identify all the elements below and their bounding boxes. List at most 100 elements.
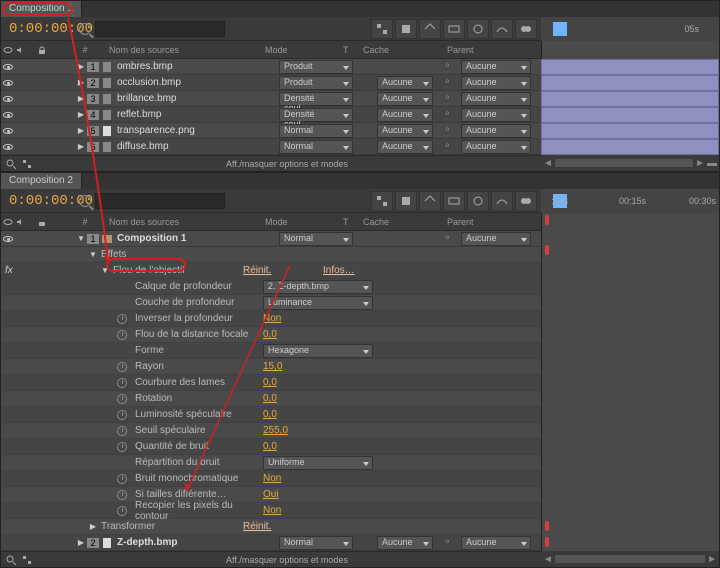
toggle-switches-text[interactable]: Aff./masquer options et modes: [226, 159, 348, 169]
mode-dropdown[interactable]: Densité coul…: [279, 92, 353, 106]
motion-blur-button[interactable]: [467, 19, 489, 39]
property-value[interactable]: Non: [263, 505, 281, 516]
effect-infos-link[interactable]: Infos…: [323, 265, 355, 276]
cache-dropdown[interactable]: Aucune: [377, 140, 433, 154]
workarea-marker[interactable]: [545, 245, 549, 255]
property-value[interactable]: 0,0: [263, 329, 277, 340]
eye-icon[interactable]: [3, 128, 13, 134]
parent-dropdown[interactable]: Aucune: [461, 536, 531, 550]
effect-property-row[interactable]: Bruit monochromatique Non: [1, 471, 541, 487]
pickwhip-icon[interactable]: [443, 141, 455, 151]
switches-icon[interactable]: [19, 157, 35, 171]
pickwhip-icon[interactable]: [443, 109, 455, 119]
scroll-left-icon[interactable]: ◄: [543, 158, 553, 169]
property-dropdown[interactable]: Hexagone: [263, 344, 373, 358]
layer-row[interactable]: ▶ 6 diffuse.bmp Normal Aucune Aucune: [1, 139, 541, 155]
eye-icon[interactable]: [3, 112, 13, 118]
effect-property-row[interactable]: Calque de profondeur 2. Z-depth.bmp: [1, 279, 541, 295]
col-name-header[interactable]: Nom des sources: [93, 45, 263, 55]
stopwatch-icon[interactable]: [117, 426, 127, 436]
cache-dropdown[interactable]: Aucune: [377, 124, 433, 138]
comp-mini-flowchart-button[interactable]: [371, 19, 393, 39]
layer-name[interactable]: ombres.bmp: [117, 61, 277, 72]
eye-icon[interactable]: [3, 96, 13, 102]
render-queue-button[interactable]: [395, 19, 417, 39]
effect-property-row[interactable]: Luminosité spéculaire 0,0: [1, 407, 541, 423]
layer-row[interactable]: ▶ 5 transparence.png Normal Aucune Aucun…: [1, 123, 541, 139]
layer-duration-bar[interactable]: [541, 139, 719, 155]
property-value[interactable]: Non: [263, 473, 281, 484]
zoom-in-icon[interactable]: [3, 553, 19, 567]
mode-dropdown[interactable]: Produit: [279, 60, 353, 74]
effect-property-row[interactable]: Répartition du bruit Uniforme: [1, 455, 541, 471]
eye-icon[interactable]: [3, 64, 13, 70]
scroll-right-icon[interactable]: ►: [707, 554, 717, 565]
search-input-2[interactable]: [95, 193, 225, 209]
layer-name[interactable]: transparence.png: [117, 125, 277, 136]
stopwatch-icon[interactable]: [117, 314, 127, 324]
col-cache-header[interactable]: Cache: [363, 217, 429, 227]
pickwhip-icon[interactable]: [443, 77, 455, 87]
layer-row[interactable]: ▶ 4 reflet.bmp Densité coul… Aucune Aucu…: [1, 107, 541, 123]
scroll-left-icon[interactable]: ◄: [543, 554, 553, 565]
effect-name-row[interactable]: fx ▼ Flou de l'objectif Réinit. Infos…: [1, 263, 541, 279]
property-value[interactable]: 0,0: [263, 441, 277, 452]
layer-duration-bar[interactable]: [541, 59, 719, 75]
tab-composition-1[interactable]: Composition 1: [1, 1, 82, 17]
layer-duration-bar[interactable]: [541, 91, 719, 107]
cache-dropdown[interactable]: Aucune: [377, 76, 433, 90]
parent-dropdown[interactable]: Aucune: [461, 60, 531, 74]
effect-property-row[interactable]: Inverser la profondeur Non: [1, 311, 541, 327]
property-value[interactable]: Oui: [263, 489, 279, 500]
layer-name[interactable]: brillance.bmp: [117, 93, 277, 104]
twirl-icon[interactable]: ▶: [77, 143, 85, 151]
layer-duration-bar[interactable]: [541, 107, 719, 123]
layer-row[interactable]: ▶ 1 ombres.bmp Produit Aucune: [1, 59, 541, 75]
layer-row-comp1[interactable]: ▼ 1 Composition 1 Normal Aucune: [1, 231, 541, 247]
property-value[interactable]: 255,0: [263, 425, 288, 436]
stopwatch-icon[interactable]: [117, 378, 127, 388]
stopwatch-icon[interactable]: [117, 506, 127, 516]
time-ruler-minor[interactable]: [541, 41, 719, 59]
layer-duration-bar[interactable]: [541, 123, 719, 139]
shy-button[interactable]: [419, 191, 441, 211]
property-dropdown[interactable]: Uniforme: [263, 456, 373, 470]
timeline-scrollbar[interactable]: [555, 555, 705, 563]
parent-dropdown[interactable]: Aucune: [461, 76, 531, 90]
stopwatch-icon[interactable]: [117, 394, 127, 404]
timecode-2[interactable]: 0:00:00:00: [5, 193, 75, 209]
col-parent-header[interactable]: Parent: [447, 217, 527, 227]
time-ruler-1[interactable]: 05s: [541, 17, 719, 41]
stopwatch-icon[interactable]: [117, 442, 127, 452]
col-t-header[interactable]: T: [343, 45, 363, 55]
property-dropdown[interactable]: Luminance: [263, 296, 373, 310]
col-t-header[interactable]: T: [343, 217, 363, 227]
graph-editor-button[interactable]: [491, 191, 513, 211]
twirl-icon[interactable]: ▼: [77, 235, 85, 243]
timeline-scrollbar[interactable]: [555, 159, 693, 167]
eye-icon[interactable]: [3, 144, 13, 150]
twirl-icon[interactable]: ▶: [89, 523, 97, 531]
effect-property-row[interactable]: Seuil spéculaire 255,0: [1, 423, 541, 439]
stopwatch-icon[interactable]: [117, 330, 127, 340]
scroll-right-icon[interactable]: ►: [695, 158, 705, 169]
brain-button[interactable]: [515, 19, 537, 39]
twirl-icon[interactable]: ▶: [77, 79, 85, 87]
twirl-icon[interactable]: ▶: [77, 111, 85, 119]
effect-property-row[interactable]: Rayon 15,0: [1, 359, 541, 375]
property-value[interactable]: 15,0: [263, 361, 282, 372]
frame-blend-button[interactable]: [443, 19, 465, 39]
effects-group-row[interactable]: ▼ Effets: [1, 247, 541, 263]
effect-property-row[interactable]: Flou de la distance focale 0,0: [1, 327, 541, 343]
twirl-icon[interactable]: ▼: [101, 267, 109, 275]
mode-dropdown[interactable]: Densité coul…: [279, 108, 353, 122]
cache-dropdown[interactable]: Aucune: [377, 536, 433, 550]
pickwhip-icon[interactable]: [443, 125, 455, 135]
eye-icon[interactable]: [3, 80, 13, 86]
effect-name[interactable]: Flou de l'objectif: [109, 265, 243, 276]
brain-button[interactable]: [515, 191, 537, 211]
parent-dropdown[interactable]: Aucune: [461, 140, 531, 154]
search-input[interactable]: [95, 21, 225, 37]
cache-dropdown[interactable]: Aucune: [377, 108, 433, 122]
parent-dropdown[interactable]: Aucune: [461, 92, 531, 106]
